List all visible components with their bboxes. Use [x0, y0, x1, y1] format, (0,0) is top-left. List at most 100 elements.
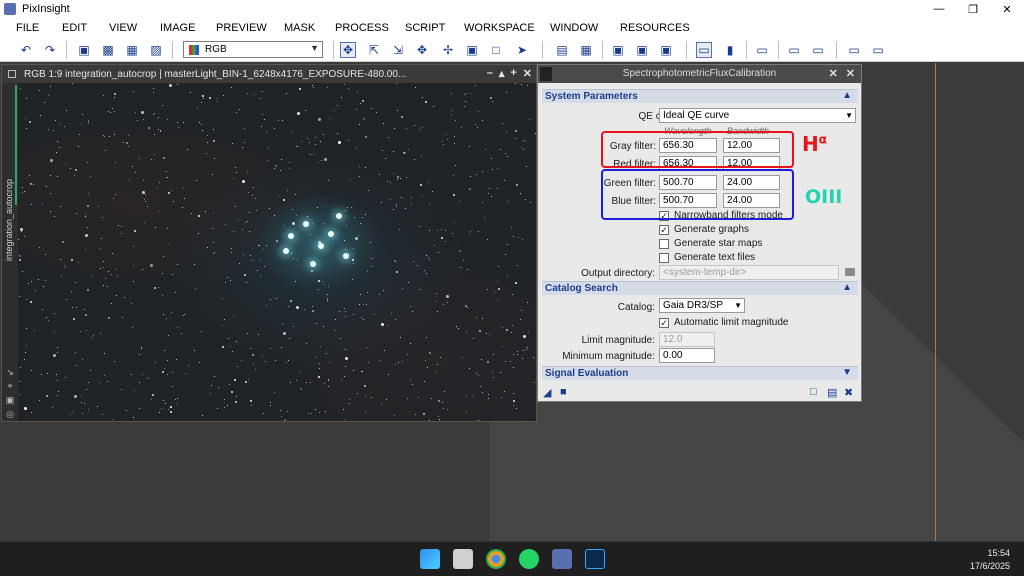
redo-icon[interactable]: ↷: [42, 42, 58, 58]
menu-image[interactable]: IMAGE: [160, 22, 195, 34]
image-shade-button[interactable]: ▴: [499, 67, 505, 80]
minimize-button[interactable]: —: [922, 0, 956, 18]
star: [288, 306, 289, 307]
color-image-icon[interactable]: ▦: [124, 42, 140, 58]
generate-text-files-checkbox[interactable]: Generate text files: [659, 252, 755, 263]
menu-window[interactable]: WINDOW: [550, 22, 598, 34]
collapse-icon[interactable]: ▲: [842, 90, 852, 101]
menu-edit[interactable]: EDIT: [62, 22, 87, 34]
mask-enable-icon[interactable]: ▭: [786, 42, 802, 58]
format-explorer-icon[interactable]: ▦: [578, 42, 594, 58]
star: [161, 408, 162, 409]
image-minimize-button[interactable]: –: [487, 67, 493, 80]
qe-curve-select[interactable]: Ideal QE curve ▼: [659, 108, 856, 123]
document-icon[interactable]: ▤: [827, 386, 837, 399]
photoshop-icon[interactable]: [585, 549, 605, 569]
limit-magnitude-input[interactable]: 12.0: [659, 332, 715, 347]
display-icon[interactable]: ▭: [846, 42, 862, 58]
apply-icon[interactable]: ■: [560, 386, 567, 398]
catalog-select[interactable]: Gaia DR3/SP ▼: [659, 298, 745, 313]
menu-workspace[interactable]: WORKSPACE: [464, 22, 535, 34]
pointer-icon[interactable]: ➤: [514, 42, 530, 58]
whatsapp-icon[interactable]: [519, 549, 539, 569]
star: [112, 253, 113, 254]
process-close-button[interactable]: ✕: [846, 67, 855, 80]
file-explorer-icon[interactable]: [453, 549, 473, 569]
menu-preview[interactable]: PREVIEW: [216, 22, 267, 34]
display-settings-icon[interactable]: ▭: [870, 42, 886, 58]
new-instance-icon[interactable]: ◢: [543, 386, 551, 399]
drag-icon[interactable]: ↘: [5, 367, 15, 377]
process-header[interactable]: SpectrophotometricFluxCalibration ✕ ✕: [538, 65, 861, 83]
checkbox-box[interactable]: [659, 252, 669, 263]
new-preview-icon[interactable]: ▣: [634, 42, 650, 58]
minimum-magnitude-input[interactable]: 0.00: [659, 348, 715, 363]
screen-stf-icon[interactable]: ▭: [696, 42, 712, 58]
center-icon[interactable]: ✢: [440, 42, 456, 58]
channel-select[interactable]: RGB ▼: [183, 41, 323, 58]
folder-icon[interactable]: [845, 268, 855, 276]
process-collapse-button[interactable]: ✕: [829, 67, 838, 80]
move-icon[interactable]: ✥: [414, 42, 430, 58]
maximize-button[interactable]: ❐: [956, 0, 990, 18]
checkbox-box[interactable]: [659, 238, 669, 249]
section-signal-evaluation[interactable]: Signal Evaluation ▼: [542, 366, 858, 380]
checkbox-box[interactable]: ✓: [659, 224, 669, 235]
reset-icon[interactable]: ✖: [844, 386, 853, 399]
generate-graphs-checkbox[interactable]: ✓ Generate graphs: [659, 224, 749, 235]
target-icon[interactable]: ◎: [5, 409, 15, 419]
mask-show-icon[interactable]: ▭: [754, 42, 770, 58]
image-window-header[interactable]: RGB 1:9 integration_autocrop | masterLig…: [2, 65, 536, 83]
image-close-button[interactable]: ✕: [523, 67, 532, 80]
auto-limit-magnitude-checkbox[interactable]: ✓ Automatic limit magnitude: [659, 317, 789, 328]
fit-view-icon[interactable]: ▣: [464, 42, 480, 58]
stf-link-icon[interactable]: ▮: [722, 42, 738, 58]
collapse-icon[interactable]: ▲: [842, 282, 852, 293]
delete-preview-icon[interactable]: ▣: [658, 42, 674, 58]
duplicate-icon[interactable]: ▩: [100, 42, 116, 58]
star: [462, 357, 463, 358]
undo-icon[interactable]: ↶: [18, 42, 34, 58]
menu-view[interactable]: VIEW: [109, 22, 137, 34]
star: [158, 117, 159, 118]
pan-mode-icon[interactable]: ✥: [340, 42, 356, 58]
menu-process[interactable]: PROCESS: [335, 22, 389, 34]
star: [287, 411, 288, 412]
fit-icon[interactable]: ⌖: [5, 381, 15, 391]
copy-icon[interactable]: ▣: [5, 395, 15, 405]
output-directory-input[interactable]: <system-temp-dir>: [659, 265, 839, 280]
browse-docs-icon[interactable]: □: [810, 386, 817, 398]
zoom-window-icon[interactable]: □: [488, 42, 504, 58]
image-window[interactable]: RGB 1:9 integration_autocrop | masterLig…: [1, 64, 537, 422]
zoom-out-icon[interactable]: ⇲: [390, 42, 406, 58]
mask-invert-icon[interactable]: ▭: [810, 42, 826, 58]
star: [364, 385, 366, 387]
menu-resources[interactable]: RESOURCES: [620, 22, 690, 34]
section-catalog-search[interactable]: Catalog Search ▲: [542, 281, 858, 295]
star: [318, 118, 321, 121]
pixinsight-taskbar-icon[interactable]: [552, 549, 572, 569]
menu-script[interactable]: SCRIPT: [405, 22, 445, 34]
star: [53, 354, 56, 357]
star: [522, 239, 523, 240]
zoom-in-icon[interactable]: ⇱: [366, 42, 382, 58]
preview-icon[interactable]: ▣: [610, 42, 626, 58]
menu-mask[interactable]: MASK: [284, 22, 315, 34]
generate-star-maps-checkbox[interactable]: Generate star maps: [659, 238, 762, 249]
image-view-tab[interactable]: integration_autocrop ↘ ⌖ ▣ ◎: [2, 83, 18, 421]
explorer-icon[interactable]: ▤: [554, 42, 570, 58]
astro-image-canvas[interactable]: [18, 83, 536, 421]
image-maximize-button[interactable]: +: [510, 67, 516, 80]
chrome-icon[interactable]: [486, 549, 506, 569]
menu-file[interactable]: FILE: [16, 22, 39, 34]
star: [320, 141, 321, 142]
expand-icon[interactable]: ▼: [842, 367, 852, 378]
windows-start-icon[interactable]: [420, 549, 440, 569]
checkbox-box[interactable]: ✓: [659, 317, 669, 328]
star: [297, 112, 300, 115]
star: [199, 362, 200, 363]
section-system-parameters[interactable]: System Parameters ▲: [542, 89, 858, 103]
copy-image-icon[interactable]: ▣: [76, 42, 92, 58]
close-button[interactable]: ✕: [990, 0, 1024, 18]
rgb-channels-icon[interactable]: ▨: [148, 42, 164, 58]
